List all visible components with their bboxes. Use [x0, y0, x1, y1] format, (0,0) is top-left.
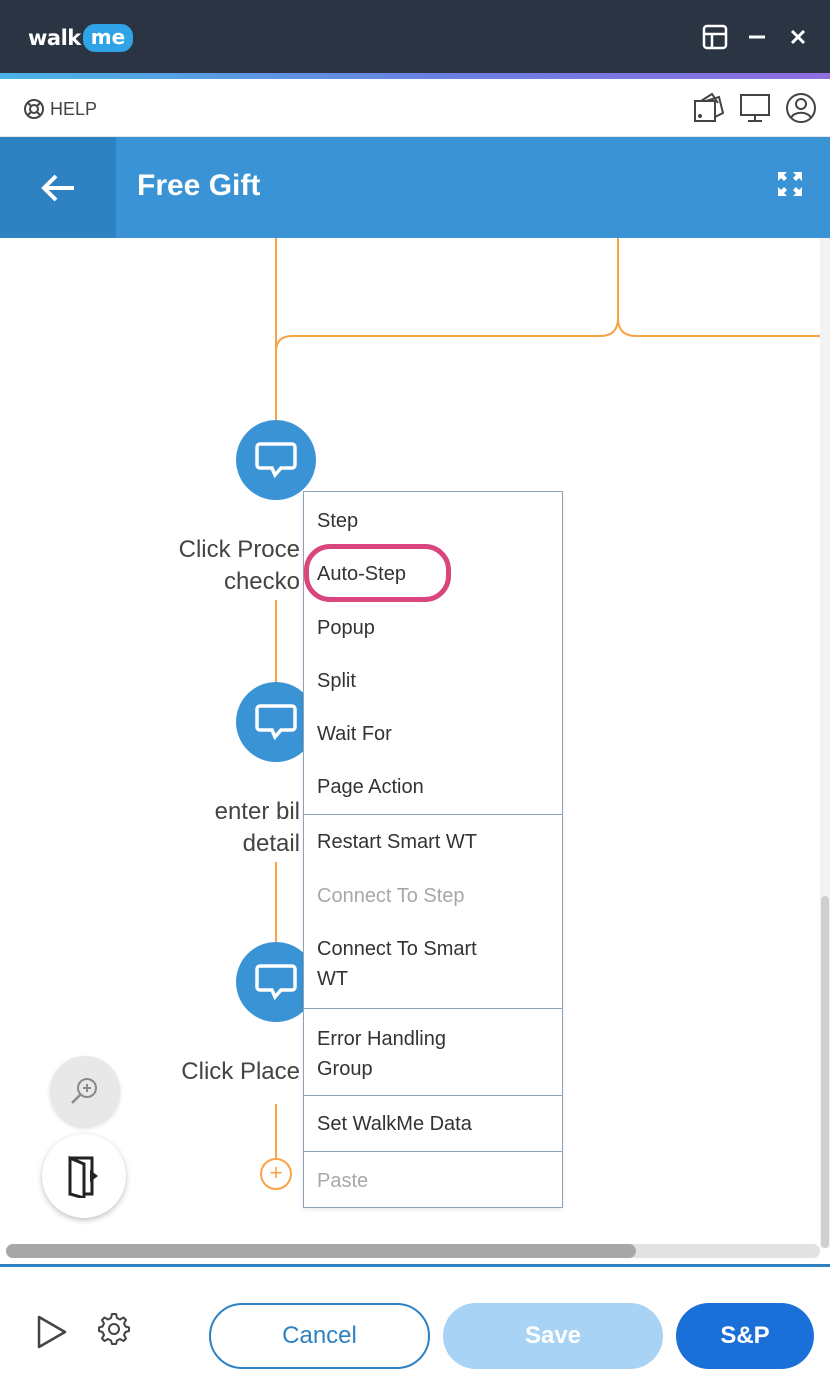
play-icon[interactable]: [36, 1314, 68, 1350]
expand-icon[interactable]: [776, 170, 804, 198]
menu-divider: [304, 1095, 562, 1096]
menu-item-connect-to-smart-wt[interactable]: Connect To Smart WT: [317, 934, 477, 994]
exit-door-icon: [68, 1155, 98, 1198]
flow-step-node[interactable]: [236, 420, 316, 500]
help-bar: HELP: [0, 79, 830, 137]
logo-me-text: me: [82, 24, 134, 52]
zoom-in-icon: [71, 1078, 97, 1104]
menu-item-error-handling-group[interactable]: Error Handling Group: [317, 1024, 446, 1084]
menu-item-page-action[interactable]: Page Action: [317, 772, 424, 802]
menu-item-step[interactable]: Step: [317, 506, 358, 536]
horizontal-scroll-thumb[interactable]: [6, 1244, 636, 1258]
page-header: Free Gift: [0, 137, 830, 238]
back-button[interactable]: [0, 137, 116, 238]
menu-item-popup[interactable]: Popup: [317, 613, 375, 643]
page-title: Free Gift: [137, 169, 261, 202]
node-label-line: enter bil: [214, 798, 300, 825]
flow-step-label: enter bil detail: [168, 796, 300, 860]
menu-item-auto-step[interactable]: Auto-Step: [317, 559, 406, 589]
menu-item-split[interactable]: Split: [317, 666, 356, 696]
menu-item-set-walkme-data[interactable]: Set WalkMe Data: [317, 1109, 472, 1139]
logo-walk-text: walk: [28, 26, 81, 50]
menu-item-label: Group: [317, 1058, 373, 1080]
chat-bubble-icon: [255, 964, 297, 1001]
save-and-publish-button[interactable]: S&P: [676, 1303, 814, 1369]
node-label-line: detail: [242, 830, 300, 857]
help-label: HELP: [50, 98, 98, 119]
exit-button[interactable]: [42, 1134, 126, 1218]
help-link[interactable]: HELP: [22, 97, 97, 121]
menu-item-wait-for[interactable]: Wait For: [317, 719, 392, 749]
add-step-context-menu: Step Auto-Step Popup Split Wait For Page…: [303, 491, 563, 1208]
user-icon[interactable]: [784, 91, 818, 125]
title-bar: walk me: [0, 0, 830, 73]
menu-item-connect-to-step: Connect To Step: [317, 885, 465, 907]
menu-item-label: Error Handling: [317, 1028, 446, 1050]
help-toolbar: [692, 91, 818, 125]
flow-step-label: Click Proce checko: [168, 534, 300, 598]
node-label-line: Click Place: [181, 1058, 300, 1085]
menu-item-restart-smart-wt[interactable]: Restart Smart WT: [317, 827, 477, 857]
node-label-line: checko: [223, 568, 300, 595]
node-label-line: Click Proce: [178, 536, 300, 563]
menu-item-paste: Paste: [317, 1170, 369, 1192]
menu-divider: [304, 814, 562, 815]
menu-item-label: WT: [317, 968, 349, 990]
monitor-icon[interactable]: [738, 91, 772, 125]
chat-bubble-icon: [255, 704, 297, 741]
walkme-logo: walk me: [28, 24, 134, 52]
close-icon[interactable]: [783, 22, 813, 52]
minimize-icon[interactable]: [742, 22, 772, 52]
cancel-button[interactable]: Cancel: [209, 1303, 430, 1369]
save-button[interactable]: Save: [443, 1303, 663, 1369]
menu-divider: [304, 1151, 562, 1152]
chat-bubble-icon: [255, 442, 297, 479]
palette-icon[interactable]: [692, 91, 726, 125]
zoom-in-button[interactable]: [50, 1056, 120, 1126]
lifebuoy-icon: [24, 99, 44, 119]
flow-step-label: Click Place: [160, 1056, 300, 1088]
add-step-button[interactable]: +: [260, 1158, 292, 1190]
gear-icon[interactable]: [96, 1311, 132, 1347]
layout-icon[interactable]: [700, 22, 730, 52]
footer-bar: Cancel Save S&P: [0, 1264, 830, 1394]
menu-divider: [304, 1008, 562, 1009]
back-arrow-icon: [41, 174, 74, 201]
vertical-scroll-thumb[interactable]: [821, 896, 829, 1248]
menu-item-label: Connect To Smart: [317, 938, 477, 960]
